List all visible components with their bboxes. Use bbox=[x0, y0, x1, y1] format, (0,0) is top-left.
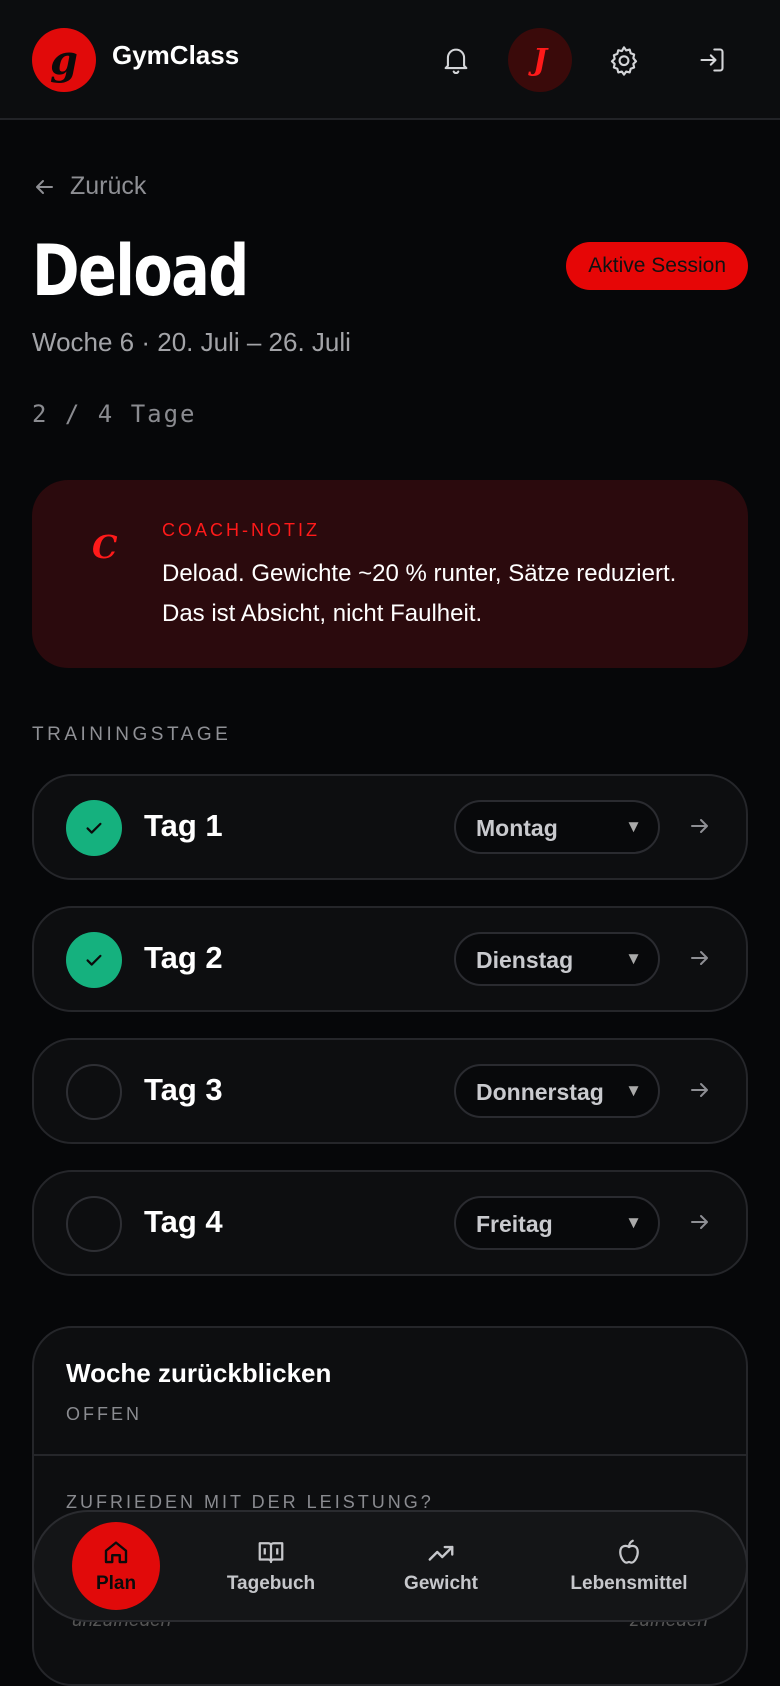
weekday-value: Montag bbox=[476, 815, 558, 841]
back-link[interactable]: Zurück bbox=[32, 172, 146, 201]
coach-note: C COACH-NOTIZ Deload. Gewichte ~20 % run… bbox=[32, 480, 748, 668]
nav-label: Plan bbox=[95, 1573, 137, 1594]
training-day-card[interactable]: Tag 2 Dienstag ▼ bbox=[32, 906, 748, 1012]
weekday-select[interactable]: Dienstag ▼ bbox=[454, 932, 660, 986]
completion-circle[interactable] bbox=[66, 1064, 122, 1120]
day-label: Tag 2 bbox=[144, 940, 223, 975]
review-title: Woche zurückblicken bbox=[66, 1358, 332, 1388]
weekday-value: Freitag bbox=[476, 1211, 553, 1237]
training-day-card[interactable]: Tag 3 Donnerstag ▼ bbox=[32, 1038, 748, 1144]
caret-down-icon: ▼ bbox=[625, 949, 642, 968]
review-status: OFFEN bbox=[66, 1404, 142, 1424]
home-icon bbox=[104, 1541, 128, 1564]
nav-item-gewicht[interactable]: Gewicht bbox=[376, 1512, 506, 1620]
coach-note-label: COACH-NOTIZ bbox=[162, 520, 320, 540]
training-day-card[interactable]: Tag 1 Montag ▼ bbox=[32, 774, 748, 880]
weekday-select[interactable]: Freitag ▼ bbox=[454, 1196, 660, 1250]
weekday-select[interactable]: Donnerstag ▼ bbox=[454, 1064, 660, 1118]
weekday-value: Donnerstag bbox=[476, 1079, 604, 1105]
check-icon[interactable] bbox=[66, 800, 122, 856]
nav-label: Gewicht bbox=[404, 1573, 478, 1594]
week-info: Woche 6 · 20. Juli – 26. Juli bbox=[32, 327, 351, 357]
day-label: Tag 4 bbox=[144, 1204, 223, 1239]
app-header: g GymClass J bbox=[0, 0, 780, 120]
weekday-value: Dienstag bbox=[476, 947, 574, 973]
avatar[interactable]: J bbox=[508, 28, 572, 92]
caret-down-icon: ▼ bbox=[625, 1213, 642, 1232]
day-label: Tag 3 bbox=[144, 1072, 223, 1107]
app-logo[interactable]: g bbox=[32, 28, 96, 92]
caret-down-icon: ▼ bbox=[625, 1081, 642, 1100]
training-day-card[interactable]: Tag 4 Freitag ▼ bbox=[32, 1170, 748, 1276]
divider bbox=[34, 1454, 746, 1456]
day-label: Tag 1 bbox=[144, 808, 223, 843]
trend-icon bbox=[428, 1545, 454, 1561]
page-title: Deload bbox=[32, 230, 249, 312]
arrow-right-icon[interactable] bbox=[688, 814, 712, 843]
nav-label: Tagebuch bbox=[226, 1573, 316, 1594]
caret-down-icon: ▼ bbox=[625, 817, 642, 836]
day-progress: 2 / 4 Tage bbox=[32, 400, 197, 428]
check-icon[interactable] bbox=[66, 932, 122, 988]
apple-icon bbox=[619, 1539, 639, 1564]
logout-icon[interactable] bbox=[680, 28, 744, 92]
arrow-right-icon[interactable] bbox=[688, 1210, 712, 1239]
arrow-left-icon bbox=[36, 179, 53, 194]
coach-icon: C bbox=[92, 528, 118, 566]
gear-icon[interactable] bbox=[592, 28, 656, 92]
nav-item-lebensmittel[interactable]: Lebensmittel bbox=[554, 1512, 704, 1620]
nav-item-plan[interactable]: Plan bbox=[72, 1522, 160, 1610]
book-icon bbox=[258, 1542, 284, 1564]
completion-circle[interactable] bbox=[66, 1196, 122, 1252]
bell-icon[interactable] bbox=[424, 28, 488, 92]
section-label-training-days: TRAININGSTAGE bbox=[32, 724, 232, 745]
back-label: Zurück bbox=[70, 172, 147, 200]
nav-item-tagebuch[interactable]: Tagebuch bbox=[206, 1512, 336, 1620]
coach-note-text: Deload. Gewichte ~20 % runter, Sätze red… bbox=[162, 560, 677, 627]
arrow-right-icon[interactable] bbox=[688, 1078, 712, 1107]
nav-label: Lebensmittel bbox=[570, 1573, 688, 1594]
app-title: GymClass bbox=[112, 40, 240, 70]
bottom-navigation: Plan Tagebuch Gewicht Lebensmittel bbox=[32, 1510, 748, 1622]
arrow-right-icon[interactable] bbox=[688, 946, 712, 975]
weekday-select[interactable]: Montag ▼ bbox=[454, 800, 660, 854]
week-review-card[interactable]: Woche zurückblicken OFFEN ZUFRIEDEN MIT … bbox=[32, 1326, 748, 1686]
active-session-button[interactable]: Aktive Session bbox=[566, 242, 748, 290]
